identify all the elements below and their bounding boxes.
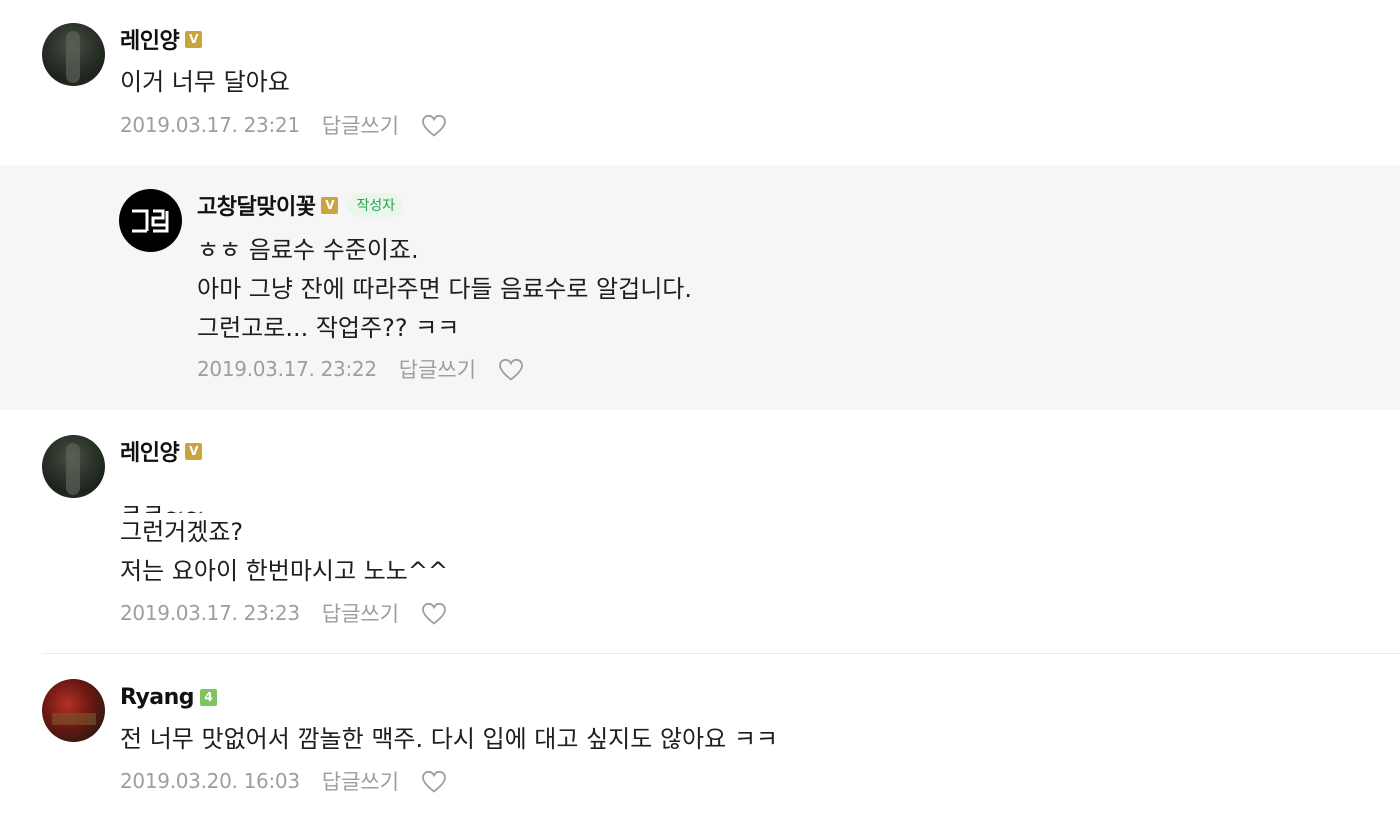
comment-date: 2019.03.17. 23:21 [120,113,300,137]
like-button[interactable] [421,601,447,625]
comment-line: 그런고로... 작업주?? ㅋㅋ [197,314,460,342]
member-badge: 4 [200,688,218,706]
comment-date: 2019.03.17. 23:23 [120,601,300,625]
owner-logo-icon [131,209,168,232]
comment-line: ㅋㅋ~~ [120,499,205,513]
reply-button[interactable]: 답글쓰기 [322,766,399,796]
like-button[interactable] [498,357,524,381]
heart-outline-icon [422,114,446,137]
comment-line: 전 너무 맛없어서 깜놀한 맥주. 다시 입에 대고 싶지도 않아요 ㅋㅋ [120,725,778,753]
comment-date: 2019.03.20. 16:03 [120,769,300,793]
avatar[interactable] [42,679,105,742]
member-badge: V [185,30,203,48]
heart-outline-icon [499,358,523,381]
comment-item: 레인양 V ㅋㅋ~~ 그런거겠죠? 저는 요아이 한번마시고 노노^^ 2019… [0,410,1400,653]
author-row: 고창달맞이꽃 V 작성자 [197,189,404,221]
comment-line: 저는 요아이 한번마시고 노노^^ [120,557,449,585]
heart-outline-icon [422,770,446,793]
avatar[interactable] [119,189,182,252]
author-row: 레인양 V [120,435,203,467]
comment-meta: 2019.03.17. 23:22 답글쓰기 [197,354,524,384]
avatar[interactable] [42,23,105,86]
comment-item: Ryang 4 전 너무 맛없어서 깜놀한 맥주. 다시 입에 대고 싶지도 않… [0,654,1400,814]
like-button[interactable] [421,769,447,793]
comment-line: 그런거겠죠? [120,518,244,546]
author-row: Ryang 4 [120,682,218,712]
author-name[interactable]: Ryang [120,685,195,710]
member-badge: V [185,442,203,460]
author-name[interactable]: 레인양 [120,435,180,467]
comment-text: 전 너무 맛없어서 깜놀한 맥주. 다시 입에 대고 싶지도 않아요 ㅋㅋ [120,720,778,759]
comment-meta: 2019.03.17. 23:21 답글쓰기 [120,110,447,140]
comment-date: 2019.03.17. 23:22 [197,357,377,381]
heart-outline-icon [422,602,446,625]
reply-comment-item: 고창달맞이꽃 V 작성자 ㅎㅎ 음료수 수준이죠. 아마 그냥 잔에 따라주면 … [0,165,1400,410]
comment-text: ㅋㅋ~~ 그런거겠죠? 저는 요아이 한번마시고 노노^^ [120,494,448,591]
author-name[interactable]: 레인양 [120,23,180,55]
like-button[interactable] [421,113,447,137]
reply-button[interactable]: 답글쓰기 [399,354,476,384]
reply-button[interactable]: 답글쓰기 [322,110,399,140]
comment-meta: 2019.03.20. 16:03 답글쓰기 [120,766,447,796]
author-name[interactable]: 고창달맞이꽃 [197,189,316,221]
author-row: 레인양 V [120,23,203,55]
comment-line: 이거 너무 달아요 [120,68,290,96]
comment-line: ㅎㅎ 음료수 수준이죠. [197,236,419,264]
member-badge: V [321,196,339,214]
comment-line: 아마 그냥 잔에 따라주면 다들 음료수로 알겁니다. [197,275,693,303]
comment-list: 레인양 V 이거 너무 달아요 2019.03.17. 23:21 답글쓰기 고… [0,0,1400,814]
avatar[interactable] [42,435,105,498]
comment-item: 레인양 V 이거 너무 달아요 2019.03.17. 23:21 답글쓰기 [0,0,1400,165]
writer-tag: 작성자 [348,193,404,217]
comment-text: ㅎㅎ 음료수 수준이죠. 아마 그냥 잔에 따라주면 다들 음료수로 알겁니다.… [197,231,692,348]
comment-text: 이거 너무 달아요 [120,63,290,102]
reply-button[interactable]: 답글쓰기 [322,598,399,628]
comment-meta: 2019.03.17. 23:23 답글쓰기 [120,598,447,628]
